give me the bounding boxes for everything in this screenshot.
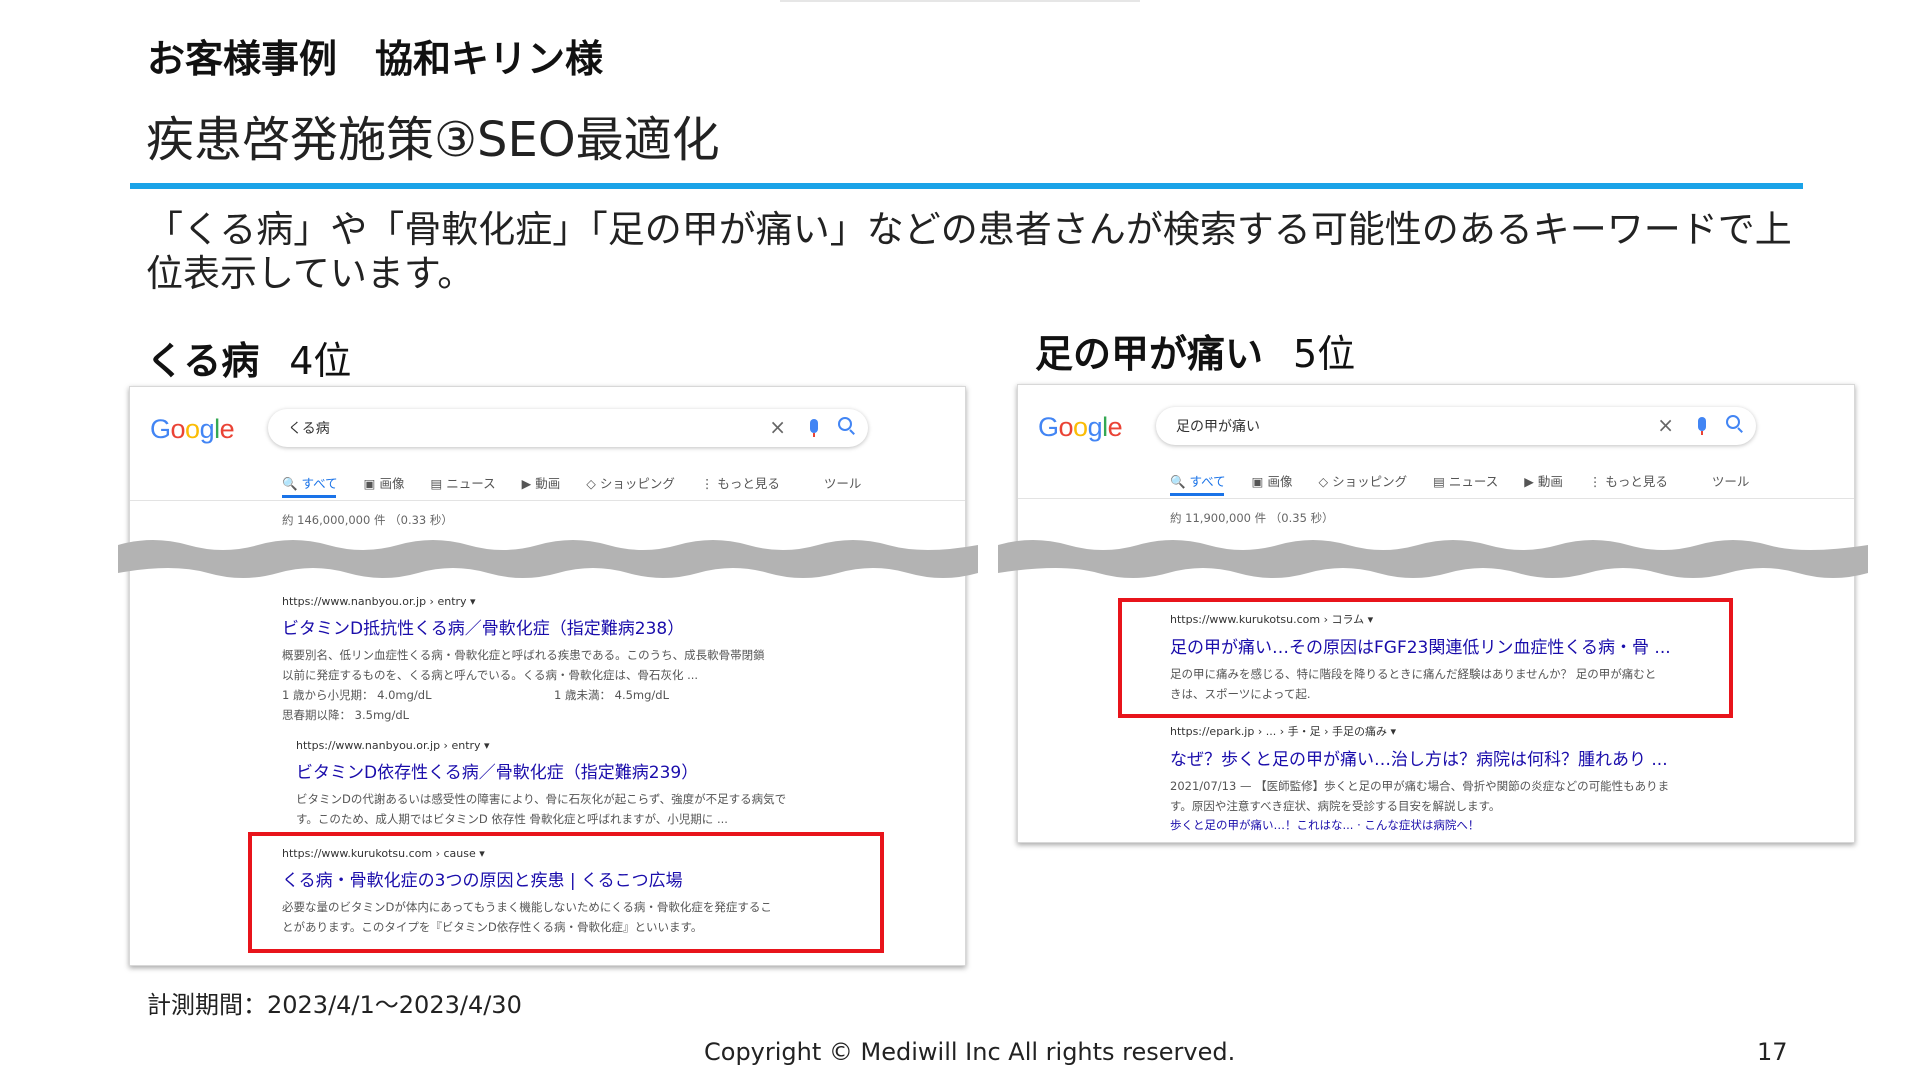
result-url[interactable]: https://www.nanbyou.or.jp › entry ▾ — [296, 739, 786, 752]
search-tabs: 🔍 すべて ▣ 画像 ▤ ニュース ▶ 動画 ◇ ショッピング ⋮ もっと見る … — [282, 473, 883, 492]
left-keyword-heading: くる病 4位 — [146, 330, 351, 385]
clear-icon[interactable]: × — [1657, 413, 1674, 437]
tab-images[interactable]: ▣ 画像 — [1252, 471, 1293, 490]
search-box[interactable]: くる病 × — [268, 409, 868, 447]
highlight-box — [248, 832, 884, 953]
right-keyword: 足の甲が痛い — [1035, 332, 1264, 376]
tab-videos[interactable]: ▶ 動画 — [522, 473, 561, 492]
tab-more[interactable]: ⋮ もっと見る — [701, 473, 780, 492]
highlight-box — [1118, 598, 1733, 718]
page-number: 17 — [1757, 1038, 1788, 1066]
result-count: 約 146,000,000 件 （0.33 秒） — [282, 513, 453, 527]
clear-icon[interactable]: × — [769, 415, 786, 439]
search-result: https://www.nanbyou.or.jp › entry ▾ ビタミン… — [282, 595, 765, 725]
microphone-icon[interactable] — [810, 419, 818, 437]
result-title[interactable]: なぜ？歩くと足の甲が痛い…治し方は？病院は何科？腫れあり ... — [1170, 745, 1669, 770]
google-logo: Google — [1038, 412, 1123, 442]
result-snippet: 概要別名、低リン血症性くる病・骨軟化症と呼ばれる疾患である。このうち、成長軟骨帯… — [282, 648, 765, 722]
result-title[interactable]: ビタミンD抵抗性くる病／骨軟化症（指定難病238） — [282, 614, 765, 639]
header-divider — [130, 500, 965, 501]
torn-page-divider — [118, 540, 978, 578]
active-tab-indicator — [282, 495, 336, 498]
top-edge-line — [780, 0, 1140, 2]
case-title: お客様事例 協和キリン様 — [147, 37, 604, 81]
google-logo: Google — [150, 414, 235, 444]
tab-videos[interactable]: ▶ 動画 — [1524, 471, 1563, 490]
tab-more[interactable]: ⋮ もっと見る — [1589, 471, 1668, 490]
tab-news[interactable]: ▤ ニュース — [430, 473, 495, 492]
search-result: https://epark.jp › ... › 手・足 › 手足の痛み ▾ な… — [1170, 723, 1669, 834]
search-box[interactable]: 足の甲が痛い × — [1156, 407, 1756, 445]
left-rank: 4位 — [289, 339, 352, 383]
tab-all[interactable]: 🔍 すべて — [1170, 471, 1226, 490]
tab-all[interactable]: 🔍 すべて — [282, 473, 338, 492]
tab-shopping[interactable]: ◇ ショッピング — [586, 473, 675, 492]
search-icon[interactable] — [1726, 415, 1740, 429]
left-keyword: くる病 — [146, 339, 260, 383]
result-snippet: 2021/07/13 — 【医師監修】歩くと足の甲が痛む場合、骨折や関節の炎症な… — [1170, 779, 1670, 813]
torn-page-divider — [998, 540, 1868, 578]
left-serp-screenshot: Google くる病 × 🔍 すべて ▣ 画像 ▤ ニュース ▶ 動画 ◇ ショ… — [118, 386, 978, 966]
search-query: くる病 — [288, 421, 330, 437]
result-url[interactable]: https://epark.jp › ... › 手・足 › 手足の痛み ▾ — [1170, 723, 1669, 739]
tab-shopping[interactable]: ◇ ショッピング — [1318, 471, 1407, 490]
result-count: 約 11,900,000 件 （0.35 秒） — [1170, 511, 1334, 525]
copyright: Copyright © Mediwill Inc All rights rese… — [704, 1038, 1236, 1066]
tab-tools[interactable]: ツール — [1712, 471, 1750, 490]
active-tab-indicator — [1170, 493, 1224, 496]
search-tabs: 🔍 すべて ▣ 画像 ◇ ショッピング ▤ ニュース ▶ 動画 ⋮ もっと見る … — [1170, 471, 1771, 490]
slide-title: 疾患啓発施策③SEO最適化 — [146, 112, 720, 168]
search-query: 足の甲が痛い — [1176, 419, 1260, 435]
microphone-icon[interactable] — [1698, 417, 1706, 435]
title-underline — [130, 183, 1803, 189]
lead-text: 「くる病」や「骨軟化症」「足の甲が痛い」などの患者さんが検索する可能性のあるキー… — [146, 208, 1792, 295]
measurement-period: 計測期間：2023/4/1～2023/4/30 — [147, 991, 522, 1019]
result-url[interactable]: https://www.nanbyou.or.jp › entry ▾ — [282, 595, 765, 608]
result-snippet: ビタミンDの代謝あるいは感受性の障害により、骨に石灰化が起こらず、強度が不足する… — [296, 792, 787, 826]
search-result: https://www.nanbyou.or.jp › entry ▾ ビタミン… — [296, 739, 786, 829]
right-serp-screenshot: Google 足の甲が痛い × 🔍 すべて ▣ 画像 ◇ ショッピング ▤ ニュ… — [998, 384, 1868, 843]
result-sitelinks[interactable]: 歩くと足の甲が痛い…！これはな... · こんな症状は病院へ！ — [1170, 816, 1669, 834]
search-icon[interactable] — [838, 417, 852, 431]
tab-tools[interactable]: ツール — [824, 473, 862, 492]
tab-images[interactable]: ▣ 画像 — [364, 473, 405, 492]
tab-news[interactable]: ▤ ニュース — [1433, 471, 1498, 490]
right-keyword-heading: 足の甲が痛い 5位 — [1035, 323, 1355, 378]
header-divider — [1018, 498, 1854, 499]
right-rank: 5位 — [1293, 332, 1356, 376]
result-title[interactable]: ビタミンD依存性くる病／骨軟化症（指定難病239） — [296, 758, 786, 783]
